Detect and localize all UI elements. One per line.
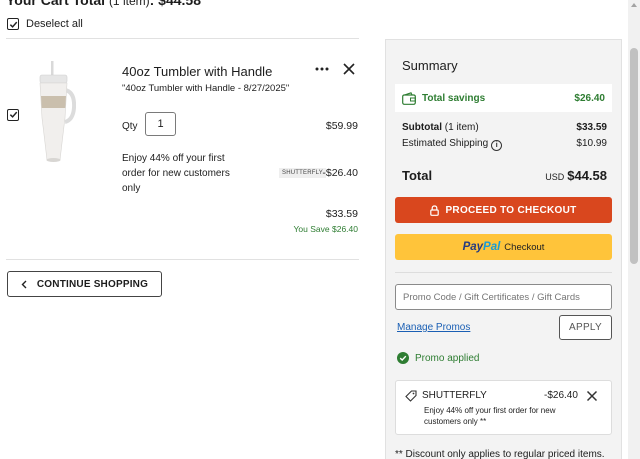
cart-item-count: (1 item): [108, 0, 150, 8]
subtotal-value: $33.59: [576, 122, 607, 133]
item-you-save: You Save $26.40: [293, 224, 358, 234]
total-row: Total USD $44.58: [402, 168, 607, 183]
item-title[interactable]: 40oz Tumbler with Handle: [122, 64, 272, 79]
divider: [395, 272, 612, 273]
paypal-logo: PayPal: [463, 241, 501, 253]
total-value: $44.58: [567, 168, 607, 183]
info-icon[interactable]: i: [491, 140, 503, 151]
more-options-button[interactable]: [313, 62, 331, 76]
item-promo-amount: -$26.40: [322, 167, 358, 179]
checkmark-icon: [9, 21, 17, 28]
item-select-checkbox[interactable]: [7, 106, 19, 124]
more-horizontal-icon: [315, 67, 329, 71]
promo-code-input[interactable]: [395, 284, 612, 310]
total-currency: USD: [545, 172, 565, 182]
apply-promo-button[interactable]: APPLY: [559, 315, 612, 340]
continue-shopping-button[interactable]: CONTINUE SHOPPING: [7, 271, 162, 297]
qty-input[interactable]: 1: [145, 112, 176, 136]
shipping-label: Estimated Shipping: [402, 138, 489, 149]
subtotal-label: Subtotal: [402, 122, 442, 133]
divider: [6, 38, 359, 39]
item-price: $59.99: [325, 120, 358, 132]
paypal-checkout-label: Checkout: [504, 241, 545, 253]
applied-promo-code: SHUTTERFLY: [422, 390, 487, 401]
tag-icon: [405, 390, 417, 402]
remove-promo-close-icon[interactable]: [586, 390, 598, 402]
shipping-value: $10.99: [576, 138, 607, 149]
subtotal-row: Subtotal (1 item) $33.59: [402, 122, 607, 133]
qty-label: Qty: [122, 121, 138, 132]
item-promo-text: Enjoy 44% off your first order for new c…: [122, 153, 230, 194]
promo-badge: SHUTTERFLY: [279, 168, 326, 178]
chevron-left-icon: [21, 280, 27, 288]
deselect-all-checkbox[interactable]: [7, 18, 19, 30]
item-subtitle: "40oz Tumbler with Handle - 8/27/2025": [122, 83, 290, 94]
cart-total-heading: Your Cart Total (1 item): $44.58: [6, 0, 201, 8]
applied-promo-amount: -$26.40: [544, 390, 578, 401]
paypal-checkout-button[interactable]: PayPal Checkout: [395, 234, 612, 260]
scroll-up-arrow-icon[interactable]: [631, 3, 637, 7]
checkmark-icon: [9, 111, 17, 118]
total-label: Total: [402, 168, 433, 183]
checkout-label: PROCEED TO CHECKOUT: [445, 204, 577, 216]
order-summary-panel: Summary Total savings $26.40 Subtotal (1…: [385, 39, 622, 459]
paypal-logo-text-1: Pay: [462, 241, 484, 253]
cart-total-label: Your Cart Total: [6, 0, 106, 8]
paypal-logo-text-2: Pal: [483, 241, 501, 253]
lock-icon: [430, 204, 440, 216]
proceed-to-checkout-button[interactable]: PROCEED TO CHECKOUT: [395, 197, 612, 223]
applied-promo-description: Enjoy 44% off your first order for new c…: [424, 406, 556, 426]
divider: [6, 259, 359, 260]
scrollbar-thumb[interactable]: [630, 48, 638, 264]
continue-shopping-label: CONTINUE SHOPPING: [36, 278, 149, 290]
total-savings-box: Total savings $26.40: [395, 84, 612, 112]
summary-title: Summary: [402, 58, 458, 73]
shipping-row: Estimated Shipping i $10.99: [402, 138, 607, 151]
tumbler-product-image[interactable]: [30, 60, 76, 164]
wallet-savings-icon: [402, 91, 416, 105]
total-savings-label: Total savings: [422, 92, 486, 104]
applied-promo-card: SHUTTERFLY -$26.40 Enjoy 44% off your fi…: [395, 380, 612, 435]
page-scrollbar[interactable]: [628, 0, 640, 459]
check-circle-icon: [397, 352, 409, 364]
total-savings-value: $26.40: [574, 92, 605, 104]
promo-applied-status: Promo applied: [397, 352, 479, 364]
item-checkbox-box[interactable]: [7, 108, 19, 121]
deselect-all-label: Deselect all: [26, 18, 83, 30]
discount-footnote: ** Discount only applies to regular pric…: [395, 449, 605, 459]
promo-applied-label: Promo applied: [415, 352, 480, 364]
cart-total-value: : $44.58: [149, 0, 201, 8]
manage-promos-link[interactable]: Manage Promos: [397, 322, 470, 333]
item-final-price: $33.59: [325, 208, 358, 220]
remove-item-close-icon[interactable]: [342, 62, 356, 76]
subtotal-count: (1 item): [444, 122, 479, 133]
deselect-all-toggle[interactable]: Deselect all: [7, 18, 83, 30]
